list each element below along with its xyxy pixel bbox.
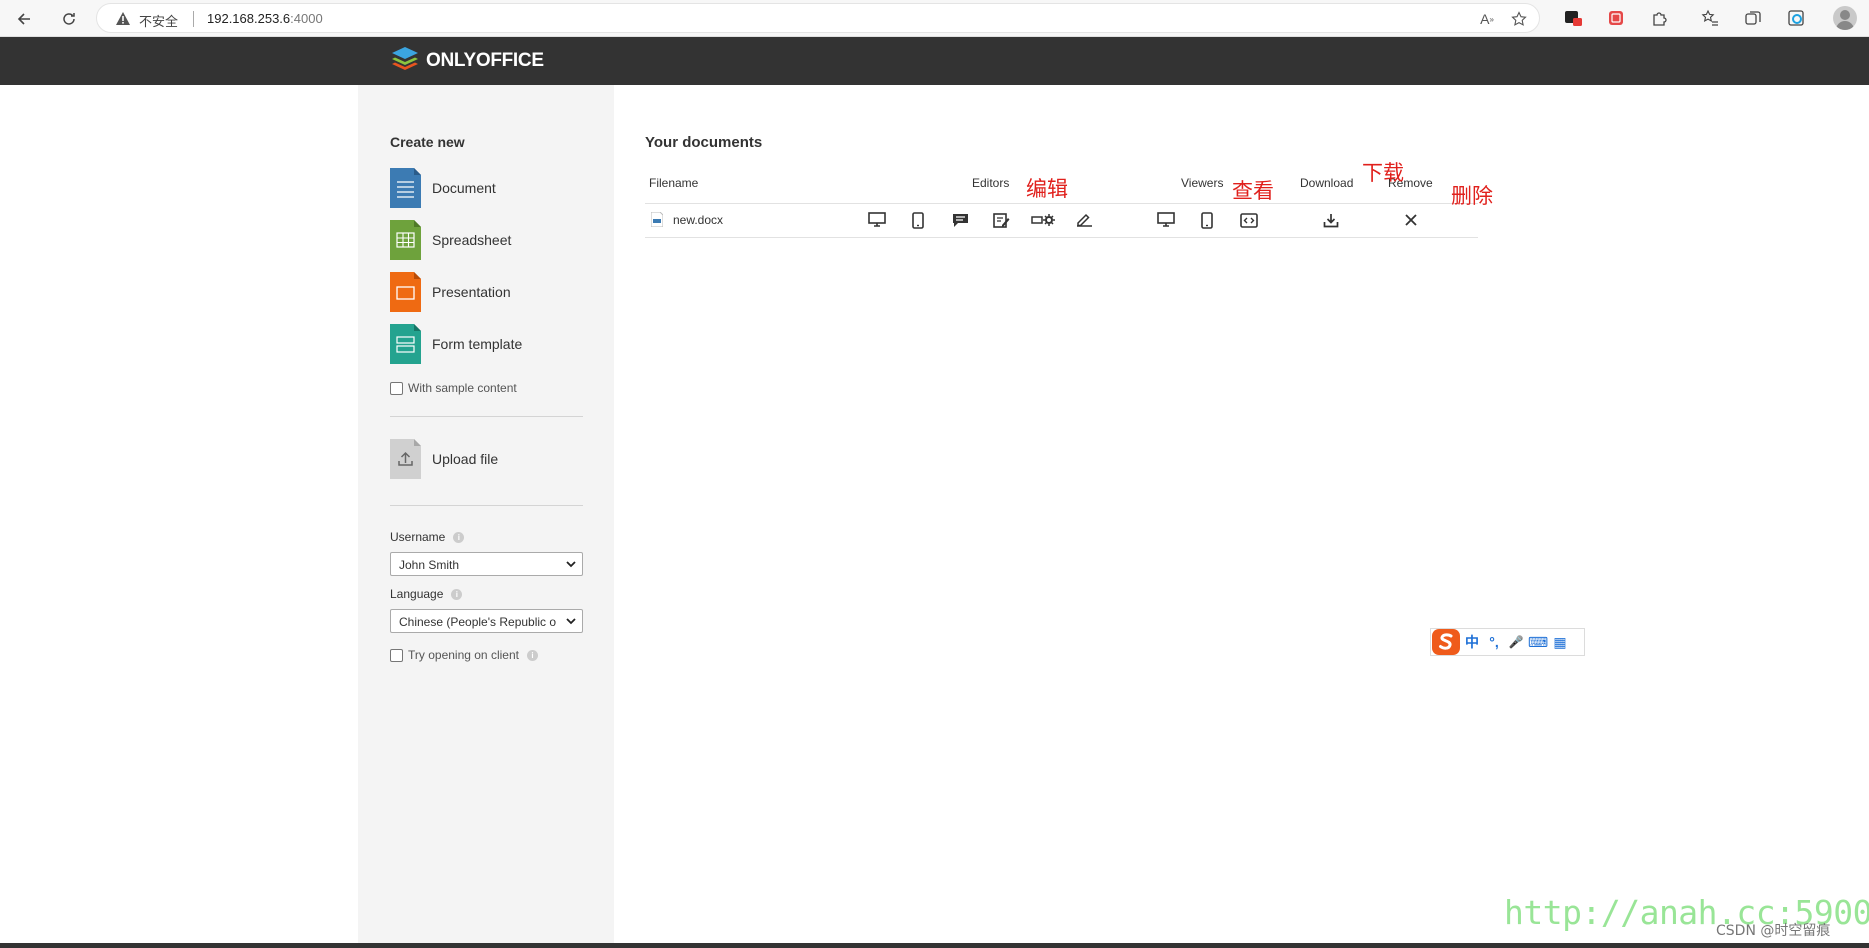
document-icon — [390, 168, 421, 208]
create-presentation-button[interactable]: Presentation — [390, 272, 511, 312]
address-bar[interactable]: 不安全 192.168.253.6:4000 A» — [96, 3, 1540, 33]
file-name-cell[interactable]: new.docx — [651, 212, 723, 227]
create-presentation-label: Presentation — [432, 284, 511, 300]
url-separator — [193, 11, 194, 27]
language-select[interactable]: Chinese (People's Republic o — [390, 609, 583, 633]
create-new-title: Create new — [390, 134, 465, 150]
language-label: Language — [390, 587, 444, 601]
column-viewers: Viewers — [1181, 176, 1224, 190]
profile-avatar[interactable] — [1833, 6, 1857, 30]
extension-badge-icon[interactable] — [1562, 7, 1584, 29]
insecure-label[interactable]: 不安全 — [139, 11, 178, 30]
ime-toolbar[interactable]: 中 °, 🎤 ⌨ ▦ — [1430, 628, 1585, 656]
microphone-icon[interactable]: 🎤 — [1505, 635, 1527, 649]
upload-icon — [390, 439, 421, 479]
extensions-puzzle-icon[interactable] — [1648, 7, 1670, 29]
form-template-icon — [390, 324, 421, 364]
column-download: Download — [1300, 176, 1354, 190]
onlyoffice-logo[interactable]: ONLYOFFICE — [390, 47, 544, 75]
create-spreadsheet-button[interactable]: Spreadsheet — [390, 220, 511, 260]
create-form-template-button[interactable]: Form template — [390, 324, 522, 364]
view-desktop-icon[interactable] — [1155, 210, 1177, 230]
docx-file-icon — [651, 212, 663, 227]
column-filename: Filename — [649, 176, 699, 190]
create-document-button[interactable]: Document — [390, 168, 496, 208]
red-extension-icon[interactable] — [1605, 7, 1627, 29]
username-value: John Smith — [399, 558, 460, 572]
username-select[interactable]: John Smith — [390, 552, 583, 576]
annotation-edit: 编辑 — [1026, 177, 1068, 201]
grid-menu-icon[interactable]: ▦ — [1549, 634, 1571, 651]
favorite-add-icon[interactable] — [1509, 9, 1529, 29]
bottom-bar — [0, 943, 1869, 948]
ime-chinese-mode[interactable]: 中 — [1461, 632, 1483, 652]
app-header: ONLYOFFICE — [0, 37, 1869, 85]
try-client-option: Try opening on client i — [390, 648, 538, 662]
annotation-view: 查看 — [1232, 179, 1274, 203]
upload-file-button[interactable]: Upload file — [390, 439, 498, 479]
sample-content-label: With sample content — [408, 381, 517, 395]
edit-comment-icon[interactable] — [949, 210, 971, 230]
favorites-icon[interactable] — [1699, 7, 1721, 29]
chevron-down-icon — [566, 618, 576, 625]
ime-punctuation[interactable]: °, — [1483, 634, 1505, 650]
chevron-down-icon — [566, 561, 576, 568]
table-row-border — [645, 237, 1478, 238]
column-editors: Editors — [972, 176, 1010, 190]
url-text[interactable]: 192.168.253.6:4000 — [207, 11, 323, 26]
logo-text: ONLYOFFICE — [426, 50, 544, 71]
view-mobile-icon[interactable] — [1196, 210, 1218, 230]
try-client-label: Try opening on client — [408, 648, 519, 662]
edit-review-icon[interactable] — [990, 210, 1012, 230]
sogou-logo-icon — [1432, 629, 1460, 655]
edge-icon[interactable] — [1785, 7, 1807, 29]
remove-icon[interactable] — [1400, 210, 1422, 230]
warning-icon — [116, 12, 130, 25]
create-document-label: Document — [432, 180, 496, 196]
documents-title: Your documents — [645, 134, 763, 151]
edit-fill-form-icon[interactable] — [1030, 210, 1056, 230]
sidebar: Create new Document Spreadsheet Presenta… — [358, 85, 614, 943]
divider — [390, 416, 583, 417]
sample-content-checkbox[interactable] — [390, 381, 403, 395]
divider — [390, 505, 583, 506]
upload-file-label: Upload file — [432, 451, 499, 467]
keyboard-icon[interactable]: ⌨ — [1527, 634, 1549, 651]
presentation-icon — [390, 272, 421, 312]
annotation-download: 下载 — [1362, 161, 1404, 185]
annotation-delete: 删除 — [1451, 184, 1493, 208]
url-port: :4000 — [290, 11, 323, 26]
info-icon[interactable]: i — [451, 588, 463, 600]
info-icon[interactable]: i — [526, 649, 538, 661]
onlyoffice-logo-icon — [392, 47, 418, 70]
collections-icon[interactable] — [1742, 7, 1764, 29]
back-icon[interactable] — [11, 6, 37, 32]
info-icon[interactable]: i — [453, 531, 465, 543]
csdn-watermark: CSDN @时空留痕 — [1716, 923, 1831, 939]
table-header-border — [645, 203, 1478, 204]
try-client-checkbox[interactable] — [390, 648, 403, 662]
username-label: Username — [390, 530, 446, 544]
file-name: new.docx — [673, 212, 724, 227]
read-aloud-icon[interactable]: A» — [1477, 9, 1497, 29]
url-host: 192.168.253.6 — [207, 11, 291, 26]
sample-content-option: With sample content — [390, 381, 517, 395]
language-label-row: Language i — [390, 587, 463, 601]
edit-sign-icon[interactable] — [1073, 210, 1095, 230]
edit-mobile-icon[interactable] — [907, 210, 929, 230]
browser-toolbar: 不安全 192.168.253.6:4000 A» — [0, 0, 1869, 37]
download-icon[interactable] — [1320, 210, 1342, 230]
username-label-row: Username i — [390, 530, 465, 544]
view-embedded-icon[interactable] — [1238, 210, 1260, 230]
spreadsheet-icon — [390, 220, 421, 260]
create-spreadsheet-label: Spreadsheet — [432, 232, 512, 248]
reload-icon[interactable] — [56, 6, 82, 32]
edit-desktop-icon[interactable] — [866, 210, 888, 230]
create-form-template-label: Form template — [432, 336, 523, 352]
language-value: Chinese (People's Republic o — [399, 615, 557, 629]
